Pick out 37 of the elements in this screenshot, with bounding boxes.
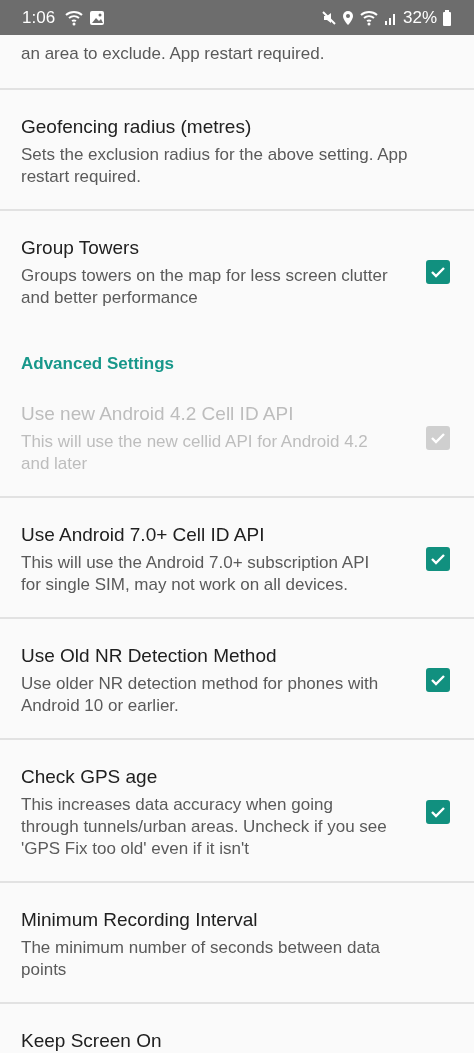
preference-summary: Groups towers on the map for less screen clutter and better performance: [21, 265, 389, 309]
preference-title: Group Towers: [21, 236, 140, 260]
preference-summary: This will use the new cellid API for Android 4.2 and later: [21, 431, 369, 475]
image-icon: [89, 9, 106, 26]
preference-item[interactable]: Geofencing radius (metres) Sets the exclusion radius for the above setting. App restart required.: [0, 90, 474, 211]
status-time: 1:06: [22, 7, 56, 28]
preference-title: Use Old NR Detection Method: [21, 644, 278, 668]
preference-item[interactable]: Use Android 7.0+ Cell ID API This will use the Android 7.0+ subscription API for single SIM, may not work on all devices.: [0, 498, 474, 619]
preference-title: Minimum Recording Interval: [21, 908, 259, 932]
mute-icon: [320, 9, 337, 26]
preference-summary: This will use the Android 7.0+ subscription API for single SIM, may not work on all devices.: [21, 552, 371, 596]
preference-title: Use Android 7.0+ Cell ID API: [21, 523, 266, 547]
battery-percent: 32%: [402, 7, 437, 28]
preference-item[interactable]: an area to exclude. App restart required.: [0, 35, 474, 90]
checkbox[interactable]: [426, 800, 450, 824]
preference-item[interactable]: Use Old NR Detection Method Use older NR detection method for phones with Android 10 or earlier.: [0, 619, 474, 740]
preference-title: Check GPS age: [21, 765, 159, 789]
wifi-icon: [358, 9, 379, 26]
preference-summary: an area to exclude. App restart required.: [21, 43, 326, 65]
preference-item[interactable]: Check GPS age This increases data accuracy when going through tunnels/urban areas. Uncheck if you see 'GPS Fix too old' even if it isn't: [0, 740, 474, 883]
checkbox[interactable]: [426, 668, 450, 692]
preference-title: Geofencing radius (metres): [21, 115, 253, 139]
checkbox[interactable]: [426, 547, 450, 571]
preference-item[interactable]: Keep Screen On: [0, 1004, 474, 1053]
preference-summary: Use older NR detection method for phones with Android 10 or earlier.: [21, 673, 380, 717]
checkbox[interactable]: [426, 260, 450, 284]
location-icon: [341, 9, 354, 26]
preference-summary: The minimum number of seconds between data points: [21, 937, 382, 981]
section-header: Advanced Settings: [20, 353, 176, 375]
wifi-icon: [64, 9, 85, 26]
preference-item[interactable]: Group Towers Groups towers on the map for less screen clutter and better performance: [0, 211, 474, 330]
preference-title: Keep Screen On: [21, 1029, 163, 1053]
preference-item[interactable]: Minimum Recording Interval The minimum number of seconds between data points: [0, 883, 474, 1004]
preference-summary: This increases data accuracy when going through tunnels/urban areas. Uncheck if you see 'GPS Fix too old' even if it isn't: [21, 794, 388, 860]
battery-icon: [442, 9, 452, 26]
preference-title: Use new Android 4.2 Cell ID API: [21, 402, 295, 426]
preference-summary: Sets the exclusion radius for the above setting. App restart required.: [21, 144, 409, 188]
